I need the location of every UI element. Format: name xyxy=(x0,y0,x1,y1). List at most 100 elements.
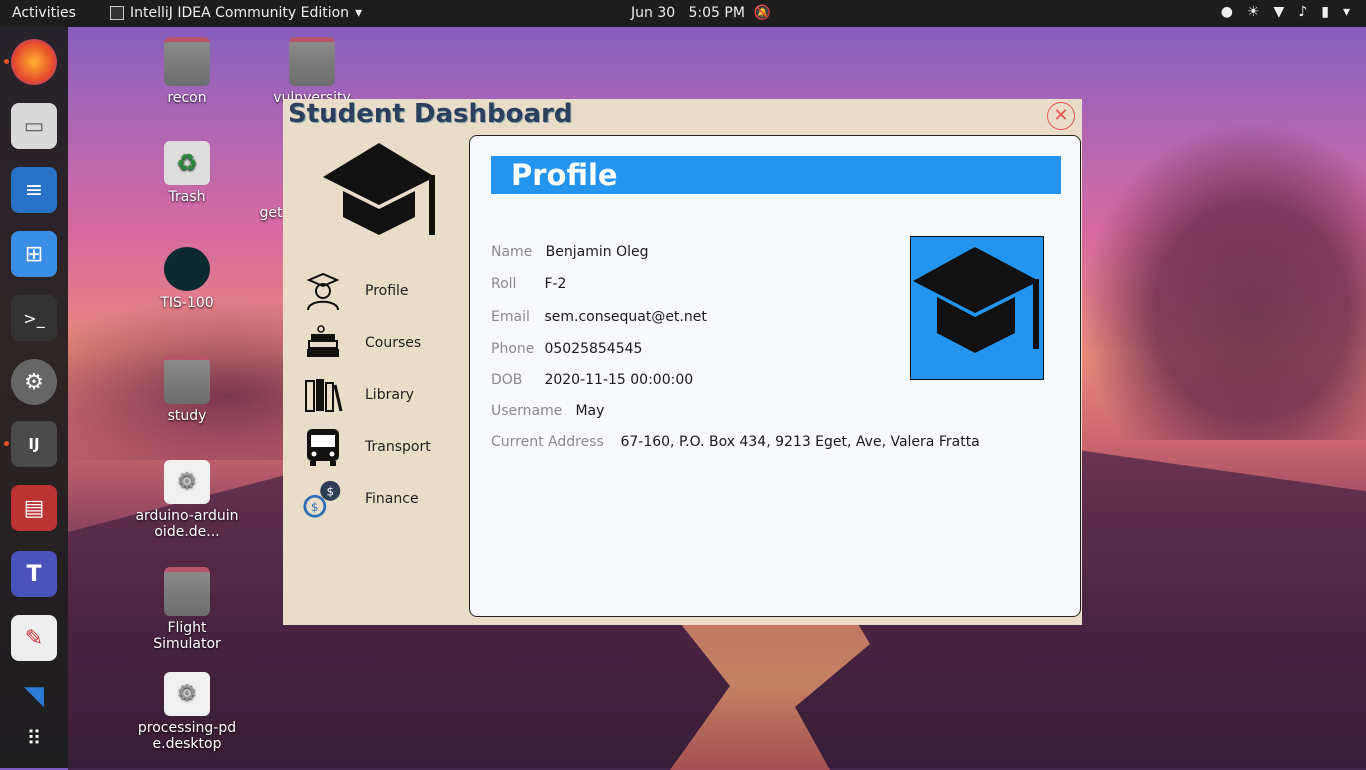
profile-photo xyxy=(910,236,1044,380)
desktop-icon-label: processing-pde.desktop xyxy=(137,720,237,752)
power-menu-icon: ▾ xyxy=(1342,4,1350,20)
field-roll: Roll F-2 xyxy=(491,276,566,292)
teams-icon[interactable]: T xyxy=(11,551,57,597)
bus-icon xyxy=(303,427,343,467)
profile-heading: Profile xyxy=(491,156,1061,194)
svg-text:$: $ xyxy=(327,484,335,498)
desktop-icon-recon[interactable]: recon xyxy=(132,37,242,106)
nav-item-transport[interactable]: Transport xyxy=(303,425,453,469)
nav-label: Transport xyxy=(365,439,431,455)
desktop-icon-trash[interactable]: ♻ Trash xyxy=(132,141,242,205)
intellij-icon xyxy=(110,6,124,20)
remote-desktop-icon[interactable]: ▤ xyxy=(11,485,57,531)
svg-text:$: $ xyxy=(311,500,319,514)
field-value: F-2 xyxy=(544,276,567,292)
wallpaper-cloud xyxy=(1080,120,1366,440)
field-value: 2020-11-15 00:00:00 xyxy=(544,372,694,388)
writer-icon[interactable]: ≡ xyxy=(11,167,57,213)
folder-icon xyxy=(164,567,210,616)
document-viewer-icon[interactable]: ✎ xyxy=(11,615,57,661)
desktop-icon-label: Trash xyxy=(168,189,206,205)
desktop-icon-label: recon xyxy=(167,90,207,106)
volume-icon: ♪ xyxy=(1298,4,1308,20)
top-bar: Activities IntelliJ IDEA Community Editi… xyxy=(0,0,1366,27)
desktop-icon-arduino[interactable]: ⚙ arduino-arduinoide.de... xyxy=(132,460,242,540)
field-value: 05025854545 xyxy=(544,341,643,357)
finance-icon: $ $ xyxy=(303,479,343,519)
terminal-icon[interactable]: >_ xyxy=(11,295,57,341)
desktop-icon-label: Flight Simulator xyxy=(153,620,221,652)
books-icon xyxy=(303,323,343,363)
field-value: sem.consequat@et.net xyxy=(544,309,707,325)
software-icon[interactable]: ⊞ xyxy=(11,231,57,277)
activities-button[interactable]: Activities xyxy=(12,5,76,21)
field-email: Email sem.consequat@et.net xyxy=(491,309,707,325)
app-name: IntelliJ IDEA Community Edition xyxy=(130,5,350,21)
field-label: Username xyxy=(491,403,563,419)
profile-panel: Profile Name Benjamin Oleg Roll F-2 Emai… xyxy=(469,135,1081,617)
settings-icon[interactable]: ⚙ xyxy=(11,359,57,405)
nav-label: Profile xyxy=(365,283,409,299)
field-value: May xyxy=(575,403,605,419)
field-dob: DOB 2020-11-15 00:00:00 xyxy=(491,372,693,388)
field-address: Current Address 67-160, P.O. Box 434, 92… xyxy=(491,434,980,450)
files-icon[interactable]: ▭ xyxy=(11,103,57,149)
desktop-icon-processing[interactable]: ⚙ processing-pde.desktop xyxy=(132,672,242,752)
firefox-icon[interactable] xyxy=(11,39,57,85)
nav-label: Finance xyxy=(365,491,419,507)
vscode-icon[interactable]: ◥ xyxy=(11,673,57,719)
brightness-icon: ☀ xyxy=(1246,4,1260,20)
nav-label: Library xyxy=(365,387,414,403)
desktop-icon-label: study xyxy=(167,408,207,424)
dock: ▭ ≡ ⊞ >_ ⚙ IJ ▤ T ✎ ◥ ⠿ xyxy=(0,27,68,768)
desktop-icon-label: arduino-arduinoide.de... xyxy=(135,508,239,540)
field-phone: Phone 05025854545 xyxy=(491,341,642,357)
app-grid-icon[interactable]: ⠿ xyxy=(11,715,57,761)
clock[interactable]: Jun 30 5:05 PM 🔕 xyxy=(631,5,771,21)
battery-icon: ▮ xyxy=(1321,4,1329,20)
chevron-down-icon: ▾ xyxy=(355,5,363,21)
field-username: Username May xyxy=(491,403,604,419)
desktop-icon-label: get xyxy=(259,205,283,221)
clock-time: 5:05 PM xyxy=(688,5,745,21)
nav-item-library[interactable]: Library xyxy=(303,373,453,417)
field-value: Benjamin Oleg xyxy=(545,244,649,260)
library-icon xyxy=(303,375,343,415)
intellij-dock-icon[interactable]: IJ xyxy=(11,421,57,467)
field-label: DOB xyxy=(491,372,523,388)
close-button[interactable]: ✕ xyxy=(1047,102,1075,130)
teams-tray-icon[interactable]: ● xyxy=(1221,4,1233,20)
home-folder-icon xyxy=(164,37,210,86)
system-tray[interactable]: ● ☀ ▼ ♪ ▮ ▾ xyxy=(1221,4,1350,20)
student-dashboard-window: Student Dashboard ✕ Profile Courses Libr… xyxy=(283,99,1082,625)
notifications-off-icon: 🔕 xyxy=(749,5,772,21)
desktop-icon-vulnversity[interactable]: vulnversity xyxy=(257,37,367,106)
app-menu[interactable]: IntelliJ IDEA Community Edition ▾ xyxy=(110,5,362,21)
student-icon xyxy=(303,271,343,311)
trash-icon: ♻ xyxy=(164,141,210,185)
nav-item-courses[interactable]: Courses xyxy=(303,321,453,365)
field-label: Roll xyxy=(491,276,517,292)
folder-icon xyxy=(164,355,210,404)
clock-date: Jun 30 xyxy=(631,5,676,21)
window-title: Student Dashboard xyxy=(288,99,573,129)
desktop-icon-tis100[interactable]: TIS-100 xyxy=(132,247,242,311)
desktop-icon-study[interactable]: study xyxy=(132,355,242,424)
field-label: Email xyxy=(491,309,530,325)
wifi-icon: ▼ xyxy=(1273,4,1285,20)
field-name: Name Benjamin Oleg xyxy=(491,244,649,260)
field-label: Current Address xyxy=(491,434,604,450)
desktop-icon-flight-simulator[interactable]: Flight Simulator xyxy=(132,567,242,652)
graduation-cap-icon xyxy=(323,143,435,235)
desktop-icon-label: TIS-100 xyxy=(160,295,214,311)
field-label: Phone xyxy=(491,341,535,357)
running-indicator xyxy=(4,59,9,64)
field-label: Name xyxy=(491,244,533,260)
nav-item-profile[interactable]: Profile xyxy=(303,269,453,313)
graduation-cap-icon xyxy=(913,247,1039,353)
field-value: 67-160, P.O. Box 434, 9213 Eget, Ave, Va… xyxy=(620,434,980,450)
running-indicator xyxy=(4,441,9,446)
nav-item-finance[interactable]: $ $ Finance xyxy=(303,477,453,521)
nav-label: Courses xyxy=(365,335,422,351)
folder-icon xyxy=(289,37,335,86)
